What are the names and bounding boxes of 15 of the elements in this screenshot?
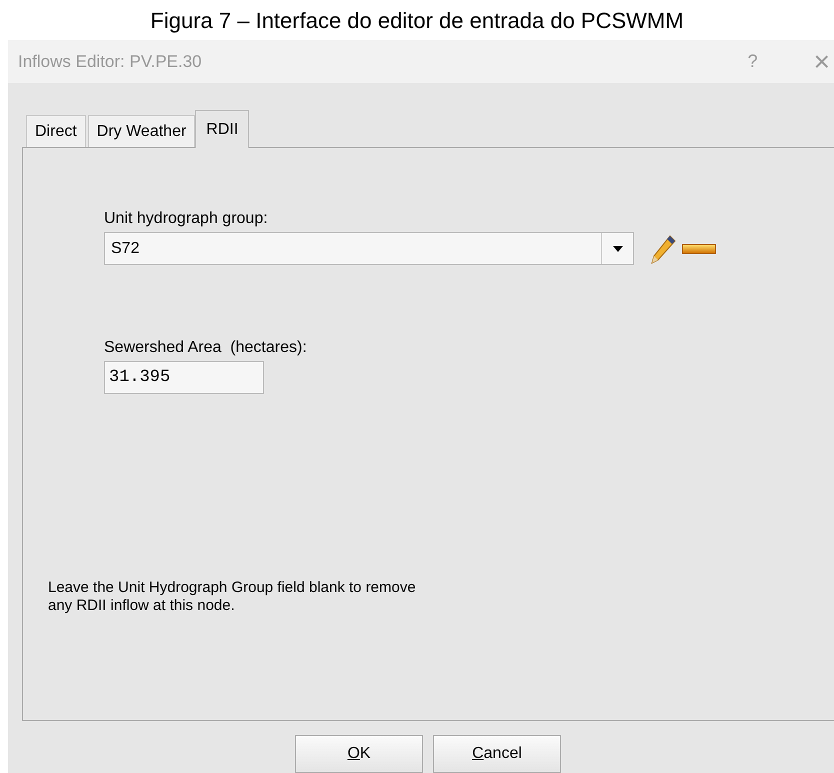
window-title: Inflows Editor: PV.PE.30 bbox=[18, 52, 203, 72]
pencil-icon[interactable] bbox=[650, 234, 676, 264]
field-label: Unit hydrograph group: bbox=[104, 210, 269, 228]
sewershed-area-field[interactable]: 31.395 bbox=[104, 361, 264, 394]
dialog-button[interactable]: OK bbox=[295, 735, 423, 773]
field-label: Sewershed Area (hectares): bbox=[104, 339, 308, 357]
tab[interactable]: Dry Weather bbox=[88, 115, 196, 147]
minus-icon[interactable] bbox=[682, 244, 716, 254]
dialog-button[interactable]: Cancel bbox=[433, 735, 561, 773]
help-text: Leave the Unit Hydrograph Group field blank to remove any RDII inflow at this node. bbox=[48, 579, 417, 615]
unit-hydrograph-dropdown[interactable]: S72 bbox=[104, 232, 634, 265]
dropdown-arrow-icon bbox=[612, 246, 622, 252]
tab[interactable]: RDII bbox=[195, 110, 250, 148]
tab[interactable]: Direct bbox=[26, 115, 86, 147]
figure-caption: Figura 7 – Interface do editor de entrada do PCSWMM bbox=[149, 7, 685, 35]
